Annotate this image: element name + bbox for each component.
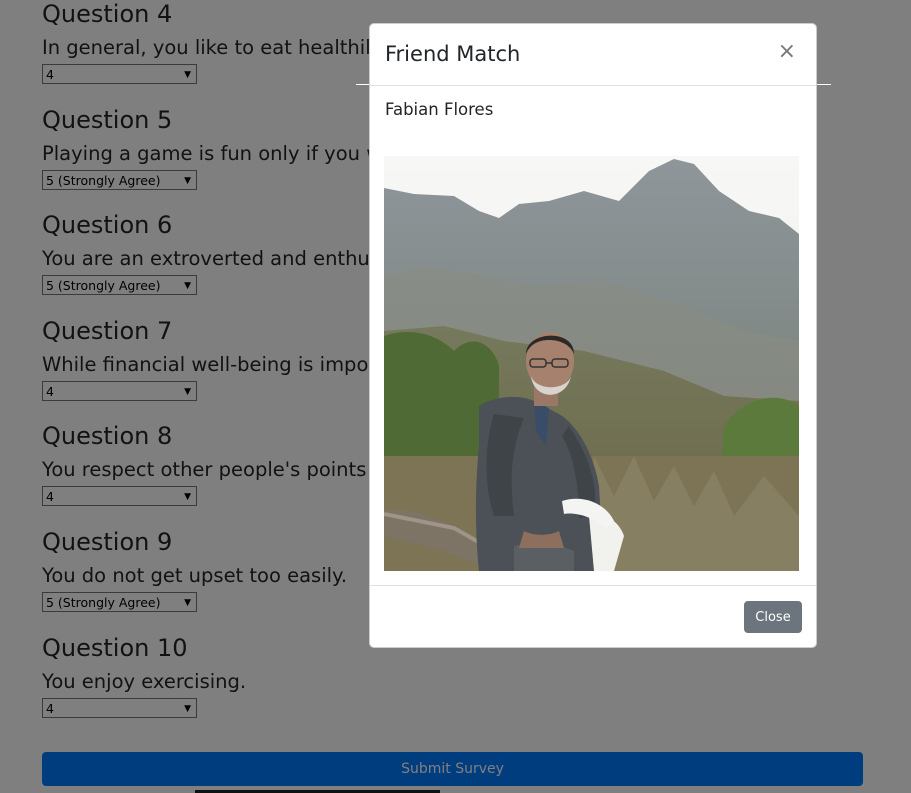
modal-footer: Close [370,585,816,648]
modal-title: Friend Match [385,42,521,66]
close-icon[interactable]: × [772,38,802,65]
friend-match-modal: Friend Match × Fabian Flores Close [369,23,817,648]
match-name: Fabian Flores [385,100,494,119]
match-photo [384,156,799,571]
close-button[interactable]: Close [744,601,802,633]
modal-header: Friend Match × [370,24,816,86]
